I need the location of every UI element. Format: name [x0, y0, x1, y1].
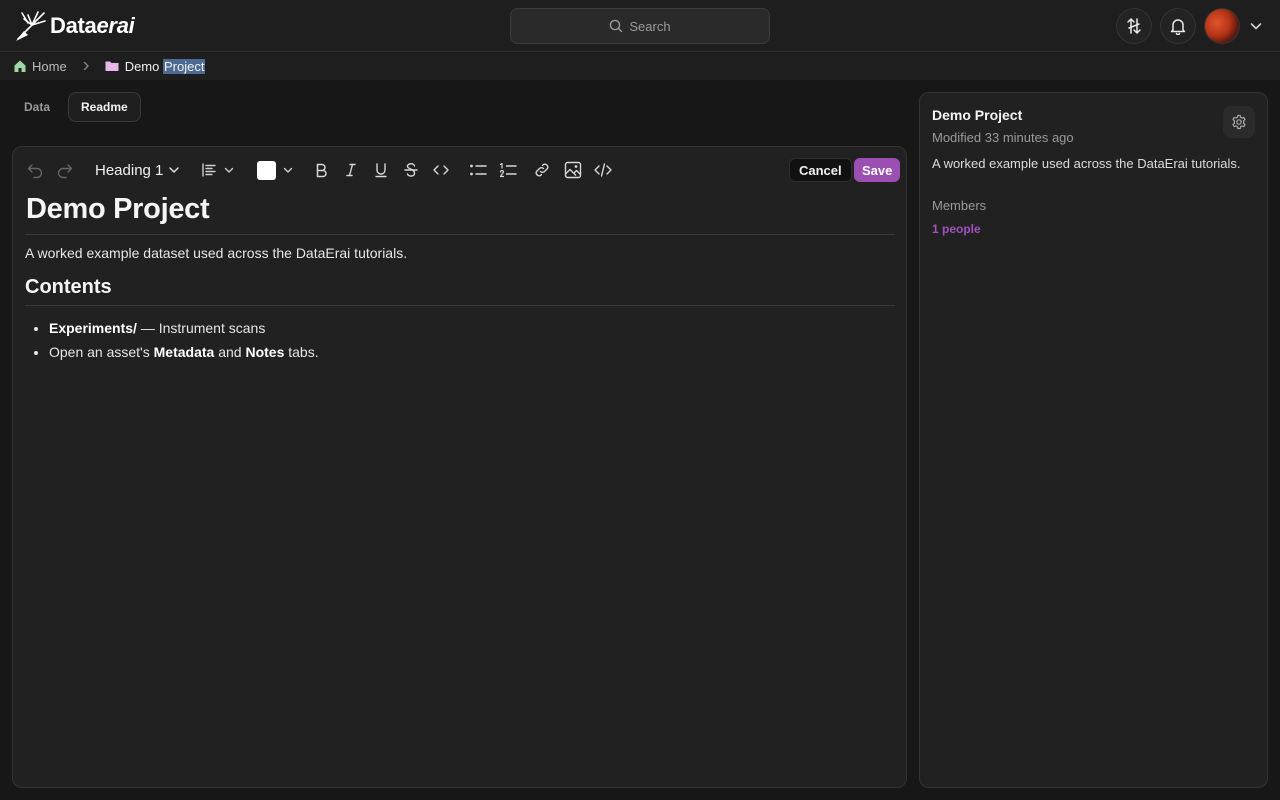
- app-logo[interactable]: Dataerai: [14, 8, 135, 44]
- tab-readme[interactable]: Readme: [68, 92, 141, 122]
- breadcrumb-separator: [81, 61, 91, 71]
- avatar[interactable]: [1204, 8, 1240, 44]
- image-button[interactable]: [562, 159, 584, 181]
- home-icon: [14, 60, 26, 72]
- gear-icon: [1232, 114, 1246, 130]
- tab-data[interactable]: Data: [12, 92, 62, 122]
- members-link[interactable]: 1 people: [932, 222, 981, 236]
- bold-icon: [316, 163, 327, 178]
- align-icon: [202, 163, 216, 177]
- breadcrumb: Home Demo Project: [0, 52, 1280, 80]
- heading-select-value: Heading 1: [95, 161, 164, 179]
- numbered-list-icon: [499, 162, 517, 178]
- breadcrumb-current-label: Demo Project: [124, 58, 206, 74]
- project-info-panel: Demo Project Modified 33 minutes ago A w…: [919, 92, 1268, 788]
- italic-button[interactable]: [341, 159, 361, 181]
- list-item: Experiments/ — Instrument scans: [49, 316, 895, 340]
- chevron-down-icon: [224, 167, 234, 173]
- list-item: Open an asset's Metadata and Notes tabs.: [49, 340, 895, 364]
- search-bar[interactable]: Search: [510, 8, 770, 44]
- cancel-button[interactable]: Cancel: [789, 158, 852, 182]
- bullet-list-button[interactable]: [467, 159, 489, 181]
- strikethrough-button[interactable]: [401, 159, 421, 181]
- project-title: Demo Project: [932, 107, 1023, 123]
- breadcrumb-home-label: Home: [32, 58, 67, 74]
- underline-button[interactable]: [371, 159, 391, 181]
- editor-toolbar: Heading 1 Cancel Save: [13, 147, 906, 193]
- code-icon: [433, 165, 449, 175]
- image-icon: [564, 161, 582, 179]
- project-description: A worked example used across the DataEra…: [932, 156, 1241, 171]
- sync-icon: [1127, 18, 1141, 34]
- document-intro: A worked example dataset used across the…: [25, 245, 408, 261]
- undo-button[interactable]: [25, 159, 45, 181]
- document-title: Demo Project: [25, 193, 895, 235]
- contents-list: Experiments/ — Instrument scans Open an …: [25, 316, 895, 364]
- heading-select[interactable]: Heading 1: [95, 158, 181, 182]
- text-color-select[interactable]: [256, 159, 294, 181]
- folder-icon: [105, 61, 119, 71]
- bullet-list-icon: [470, 164, 487, 176]
- project-modified: Modified 33 minutes ago: [932, 130, 1074, 145]
- search-icon: [610, 19, 623, 33]
- tab-bar: Data Readme: [12, 92, 141, 122]
- redo-icon: [57, 164, 73, 179]
- sync-button[interactable]: [1116, 8, 1152, 44]
- inline-code-button[interactable]: [430, 159, 452, 181]
- logo-icon: [16, 11, 46, 41]
- chevron-down-icon: [169, 167, 180, 173]
- chevron-down-icon: [283, 167, 292, 173]
- top-bar: Dataerai Search: [0, 0, 1280, 52]
- chevron-down-icon[interactable]: [1248, 18, 1264, 34]
- members-label: Members: [932, 198, 987, 213]
- link-icon: [535, 163, 549, 177]
- code-block-icon: [594, 163, 612, 177]
- section-heading: Contents: [25, 276, 895, 306]
- code-block-button[interactable]: [592, 159, 614, 181]
- logo-text: Dataerai: [50, 13, 135, 38]
- link-button[interactable]: [531, 159, 553, 181]
- bell-icon: [1170, 19, 1186, 35]
- readme-editor: Heading 1 Cancel Save Demo Project A wor…: [12, 146, 907, 788]
- italic-icon: [346, 163, 356, 177]
- align-select[interactable]: [199, 159, 237, 181]
- notifications-button[interactable]: [1160, 8, 1196, 44]
- numbered-list-button[interactable]: [497, 159, 519, 181]
- readme-document[interactable]: Demo Project A worked example dataset us…: [25, 193, 895, 364]
- strikethrough-icon: [404, 163, 418, 177]
- bold-button[interactable]: [311, 159, 331, 181]
- underline-icon: [375, 163, 387, 178]
- breadcrumb-home[interactable]: Home: [13, 59, 67, 74]
- project-settings-button[interactable]: [1223, 106, 1255, 138]
- redo-button[interactable]: [55, 159, 75, 181]
- breadcrumb-current[interactable]: Demo Project: [105, 58, 206, 74]
- chevron-right-icon: [83, 61, 89, 71]
- search-placeholder: Search: [629, 18, 671, 34]
- undo-icon: [27, 164, 43, 179]
- text-color-swatch: [256, 160, 276, 180]
- save-button[interactable]: Save: [854, 158, 901, 182]
